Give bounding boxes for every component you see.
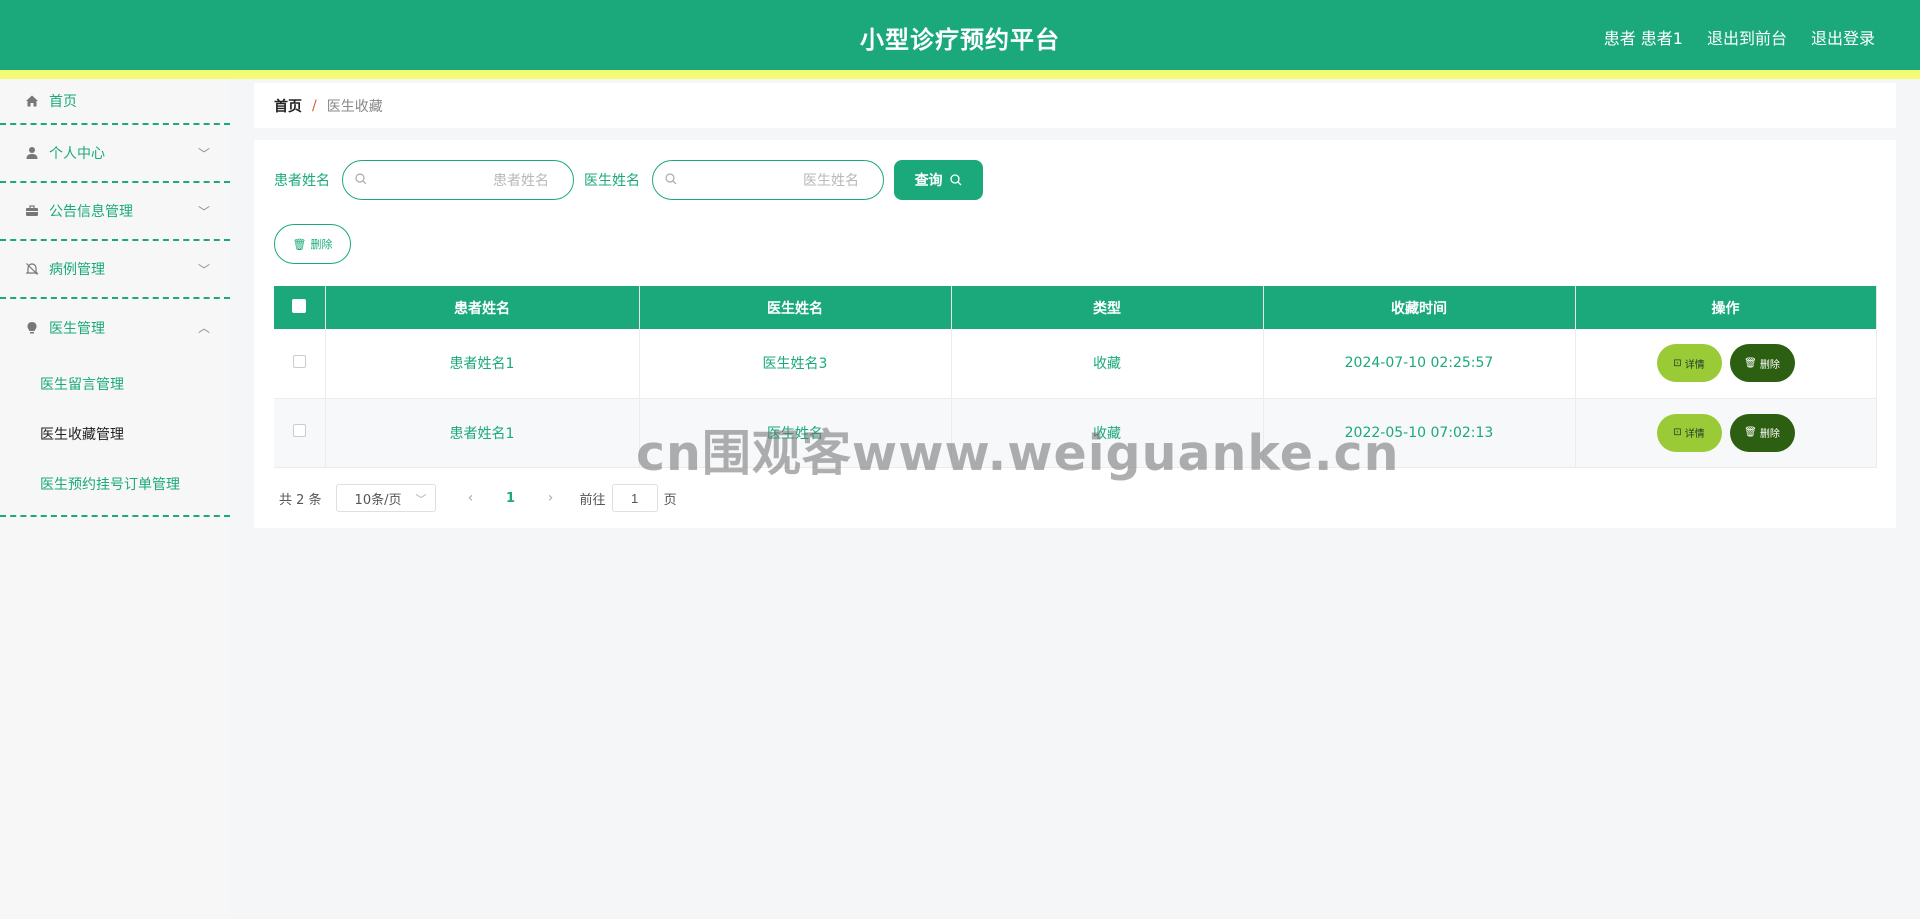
column-header[interactable]: 类型: [951, 286, 1264, 329]
bell-off-icon: [24, 261, 40, 277]
row-select-cell: [274, 398, 326, 468]
page-size-select[interactable]: 10条/页 ﹀: [335, 484, 436, 512]
sidebar-subitem-doctor-messages[interactable]: 医生留言管理: [0, 359, 230, 409]
row-checkbox[interactable]: [292, 424, 306, 437]
detail-button[interactable]: ⊡ 详情: [1656, 344, 1722, 383]
patient-name-field: [342, 160, 574, 200]
select-all-checkbox[interactable]: [292, 298, 307, 313]
detail-button-label: 详情: [1684, 429, 1705, 440]
search-button[interactable]: 查询: [894, 160, 983, 200]
doctor-name-label: 医生姓名: [584, 173, 640, 189]
current-user-label: 患者 患者1: [1603, 29, 1683, 48]
delete-button[interactable]: 🗑 删除: [1729, 344, 1795, 383]
table-header-row: 患者姓名 医生姓名 类型 收藏时间 操作: [274, 286, 1877, 329]
search-icon: [947, 173, 962, 189]
goto-label: 前往: [579, 492, 606, 508]
doctor-name-cell: 医生姓名3: [639, 329, 952, 399]
watermark: cn围观客www.weiguanke.cn: [636, 425, 1400, 482]
logout-link[interactable]: 退出登录: [1811, 25, 1875, 49]
time-cell: 2024-07-10 02:25:57: [1263, 329, 1576, 399]
batch-delete-button[interactable]: 🗑 删除: [274, 224, 351, 264]
pagination-total: 共 2 条: [279, 492, 322, 508]
chevron-up-icon: ︿: [197, 321, 210, 335]
detail-button-label: 详情: [1684, 359, 1705, 371]
chevron-down-icon: ﹀: [197, 147, 210, 161]
detail-icon: ⊡: [1673, 357, 1682, 369]
trash-icon: 🗑: [292, 237, 307, 251]
breadcrumb-home[interactable]: 首页: [274, 96, 302, 116]
detail-button[interactable]: ⊡ 详情: [1656, 413, 1722, 452]
select-all-header: [274, 286, 326, 329]
sidebar-item-doctors[interactable]: 医生管理 ︿: [0, 299, 230, 357]
sidebar-subitem-doctor-favorites[interactable]: 医生收藏管理: [0, 409, 230, 459]
bulb-icon: [24, 320, 40, 336]
chevron-down-icon: ﹀: [197, 263, 210, 277]
header-stripe: [0, 70, 1920, 79]
next-page-button[interactable]: ›: [536, 490, 566, 506]
chevron-down-icon: ﹀: [415, 493, 427, 506]
search-form: 患者姓名 医生姓名 查询: [274, 160, 983, 200]
delete-button-label: 删除: [1759, 359, 1780, 371]
actions-cell: ⊡ 详情 🗑 删除: [1575, 329, 1877, 399]
row-select-cell: [274, 329, 326, 399]
delete-button-label: 删除: [1759, 429, 1780, 440]
column-header[interactable]: 收藏时间: [1263, 286, 1576, 329]
chevron-down-icon: ﹀: [197, 205, 210, 219]
sidebar: 首页 个人中心 ﹀ 公告信息管理 ﹀ 病例管理 ﹀ 医生管理 ︿ 医生留言管理 …: [0, 79, 230, 919]
sidebar-item-announcements[interactable]: 公告信息管理 ﹀: [0, 183, 230, 241]
sidebar-item-personal-center[interactable]: 个人中心 ﹀: [0, 125, 230, 183]
trash-icon: 🗑: [1744, 357, 1757, 369]
sidebar-item-label: 病例管理: [49, 262, 105, 278]
row-checkbox[interactable]: [292, 354, 306, 368]
page-size-value: 10条/页: [354, 492, 402, 508]
pagination: 共 2 条 10条/页 ﹀ ‹ 1 › 前往 页: [279, 484, 677, 512]
search-button-label: 查询: [914, 173, 943, 189]
sidebar-item-label: 个人中心: [49, 146, 105, 162]
top-header: 小型诊疗预约平台 患者 患者1 退出到前台 退出登录: [0, 0, 1920, 70]
sidebar-item-home[interactable]: 首页: [0, 79, 230, 125]
column-header[interactable]: 患者姓名: [325, 286, 640, 329]
doctor-submenu: 医生留言管理 医生收藏管理 医生预约挂号订单管理: [0, 357, 230, 517]
search-icon: [355, 173, 367, 188]
page-number-button[interactable]: 1: [486, 491, 536, 506]
patient-name-input[interactable]: [373, 169, 549, 191]
actions-cell: ⊡ 详情 🗑 删除: [1575, 398, 1877, 468]
detail-icon: ⊡: [1673, 427, 1682, 438]
type-cell: 收藏: [951, 329, 1264, 399]
column-header[interactable]: 医生姓名: [639, 286, 952, 329]
sidebar-item-label: 公告信息管理: [49, 204, 133, 220]
breadcrumb: 首页 / 医生收藏: [254, 83, 1896, 128]
search-icon: [665, 173, 677, 188]
doctor-name-field: [652, 160, 884, 200]
patient-name-cell: 患者姓名1: [325, 329, 640, 399]
trash-icon: 🗑: [1744, 427, 1757, 438]
sidebar-subitem-doctor-appointments[interactable]: 医生预约挂号订单管理: [0, 459, 230, 509]
page-suffix-label: 页: [663, 492, 677, 508]
column-header: 操作: [1575, 286, 1877, 329]
back-to-front-link[interactable]: 退出到前台: [1707, 25, 1787, 49]
table-row: 患者姓名1 医生姓名3 收藏 2024-07-10 02:25:57 ⊡ 详情 🗑 删…: [274, 329, 1877, 399]
sidebar-item-label: 医生管理: [49, 321, 105, 337]
briefcase-icon: [24, 203, 40, 219]
prev-page-button[interactable]: ‹: [456, 490, 486, 506]
breadcrumb-separator: /: [312, 97, 317, 114]
user-icon: [24, 145, 40, 161]
patient-name-label: 患者姓名: [274, 173, 330, 189]
delete-button[interactable]: 🗑 删除: [1729, 413, 1795, 452]
home-icon: [24, 93, 40, 109]
sidebar-item-label: 首页: [49, 94, 77, 110]
sidebar-item-cases[interactable]: 病例管理 ﹀: [0, 241, 230, 299]
patient-name-cell: 患者姓名1: [325, 398, 640, 468]
header-links: 患者 患者1 退出到前台 退出登录: [1604, 25, 1875, 49]
batch-delete-label: 删除: [310, 238, 333, 251]
goto-page-input[interactable]: [611, 484, 658, 512]
doctor-name-input[interactable]: [683, 169, 859, 191]
breadcrumb-current: 医生收藏: [326, 98, 383, 115]
